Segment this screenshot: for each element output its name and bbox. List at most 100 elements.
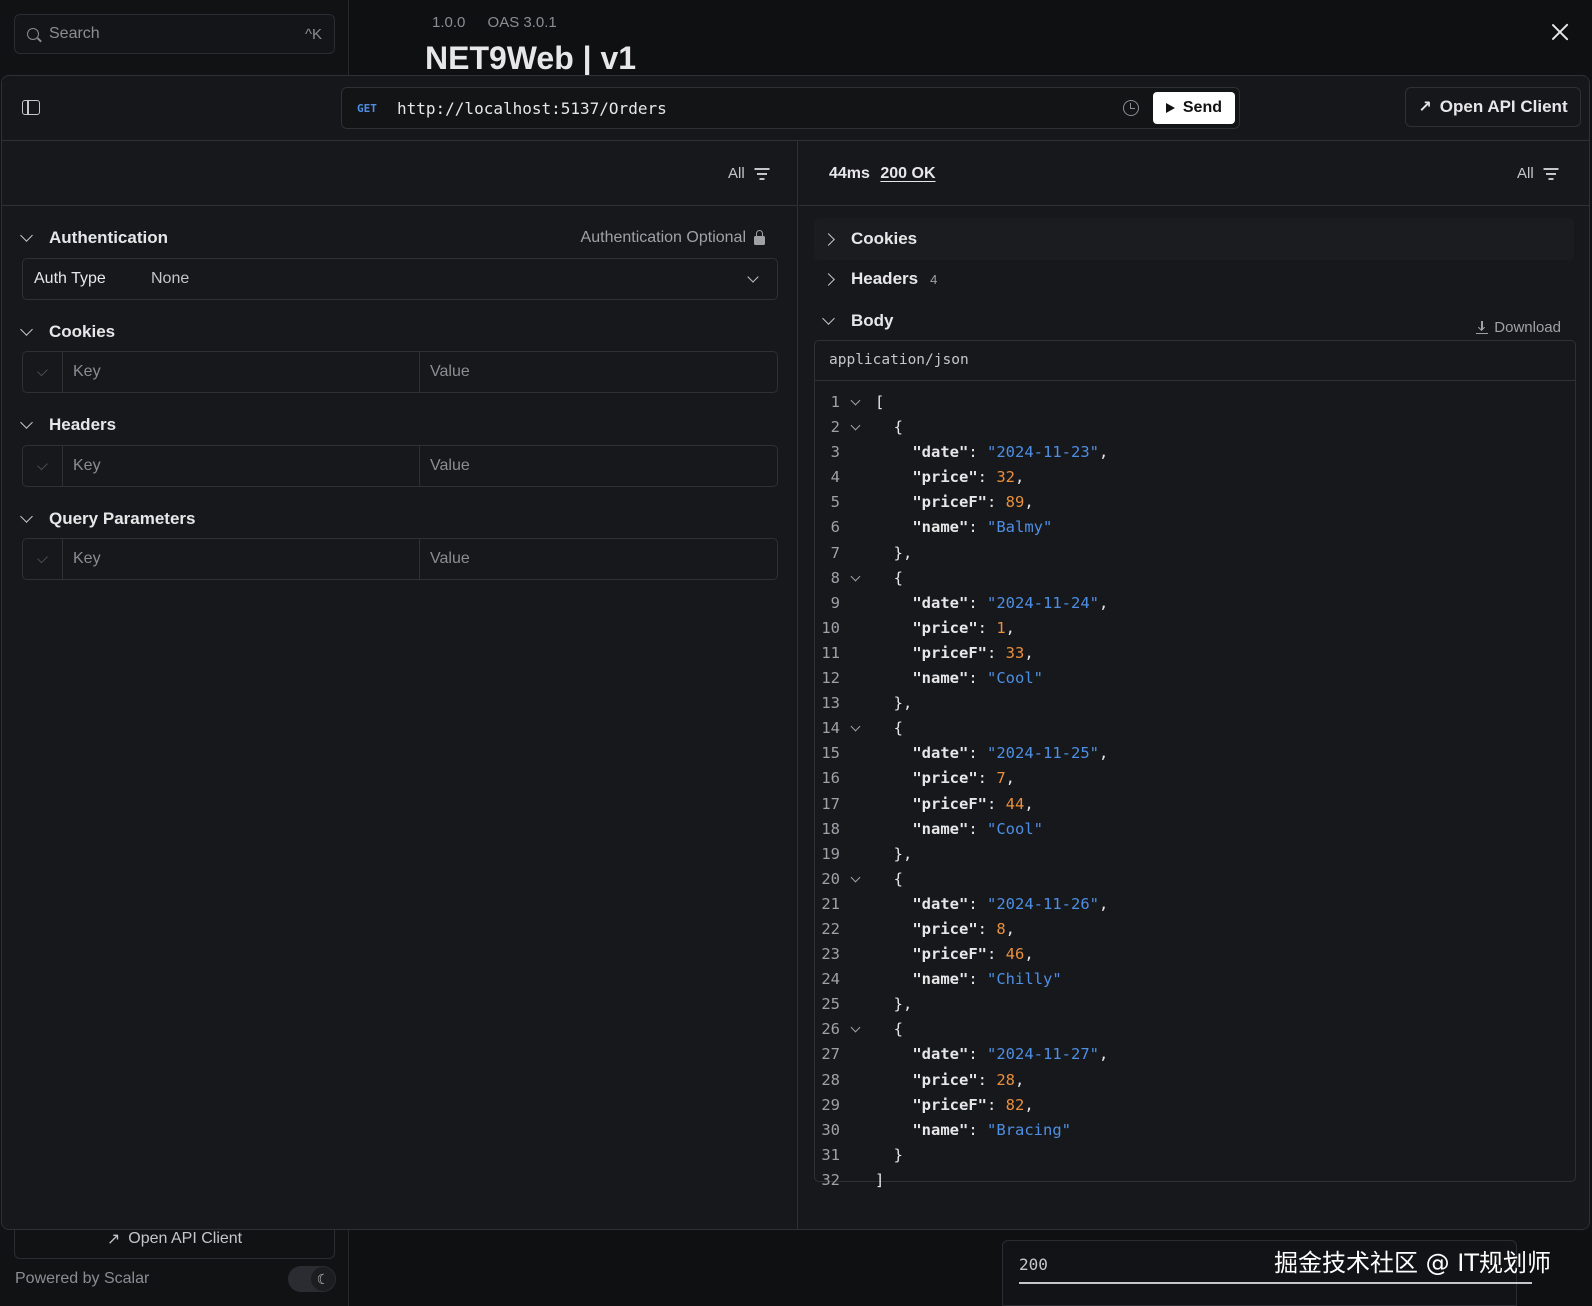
json-key: "name" <box>912 669 969 688</box>
response-headers-title: Headers <box>851 269 919 288</box>
theme-toggle[interactable]: ☾ <box>288 1266 336 1292</box>
json-punct: : <box>986 794 1006 813</box>
fold-gutter <box>840 917 875 942</box>
json-punct: : <box>986 493 1006 512</box>
json-key: "priceF" <box>912 493 987 512</box>
json-punct: : <box>986 1095 1006 1114</box>
json-punct: }, <box>893 995 913 1014</box>
request-filter[interactable]: All <box>728 165 770 182</box>
json-key: "price" <box>912 618 978 637</box>
code-line: 17 "priceF": 44, <box>815 792 1575 817</box>
line-number: 13 <box>821 694 840 713</box>
line-number: 27 <box>821 1045 840 1064</box>
json-key: "name" <box>912 518 969 537</box>
cookie-enable-checkbox[interactable] <box>23 352 63 392</box>
line-number: 8 <box>830 568 840 587</box>
response-cookies-toggle[interactable]: Cookies <box>814 218 1574 260</box>
auth-optional-text: Authentication Optional <box>580 229 746 246</box>
request-bar: GET http://localhost:5137/Orders Send ↗ … <box>2 76 1589 141</box>
json-punct: { <box>893 869 904 888</box>
query-enable-checkbox[interactable] <box>23 539 63 579</box>
json-punct: : <box>968 443 987 462</box>
json-punct: , <box>1024 1095 1034 1114</box>
json-punct: : <box>977 468 997 487</box>
json-punct: }, <box>893 844 913 863</box>
fold-gutter <box>840 616 875 641</box>
cookie-key-input[interactable]: Key <box>63 352 420 392</box>
code-line: 10 "price": 1, <box>815 616 1575 641</box>
response-headers-toggle[interactable]: Headers 4 <box>814 269 937 289</box>
json-key: "price" <box>912 919 978 938</box>
oas-version: OAS 3.0.1 <box>487 14 557 31</box>
url-input[interactable]: http://localhost:5137/Orders <box>397 99 1123 118</box>
fold-chevron-icon[interactable] <box>840 566 875 591</box>
line-number: 14 <box>821 719 840 738</box>
fold-gutter <box>840 817 875 842</box>
json-key: "name" <box>912 970 969 989</box>
close-icon[interactable] <box>1548 20 1572 44</box>
json-punct: : <box>968 669 987 688</box>
fold-gutter <box>840 1143 875 1168</box>
json-key: "price" <box>912 769 978 788</box>
fold-chevron-icon[interactable] <box>840 1017 875 1042</box>
code-line: 8 { <box>815 566 1575 591</box>
download-label: Download <box>1494 319 1561 336</box>
json-punct: : <box>968 894 987 913</box>
header-value-input[interactable]: Value <box>420 446 777 486</box>
auth-type-select[interactable]: Auth Type None <box>22 258 778 300</box>
send-button[interactable]: Send <box>1152 92 1235 124</box>
response-filter[interactable]: All <box>1517 165 1559 182</box>
search-box[interactable]: Search ^K <box>14 14 335 54</box>
download-button[interactable]: Download <box>1476 319 1561 336</box>
fold-gutter <box>840 1168 875 1193</box>
fold-gutter <box>840 1068 875 1093</box>
chevron-right-icon <box>822 272 835 286</box>
line-number: 5 <box>830 493 840 512</box>
json-punct: : <box>968 518 987 537</box>
json-code-view[interactable]: 1[2 {3 "date": "2024-11-23", 4 "price": 3… <box>815 390 1575 1193</box>
code-line: 9 "date": "2024-11-24", <box>815 591 1575 616</box>
query-value-input[interactable]: Value <box>420 539 777 579</box>
code-line: 12 "name": "Cool" <box>815 666 1575 691</box>
json-string: "Chilly" <box>987 970 1062 989</box>
filter-icon <box>1543 168 1559 180</box>
header-enable-checkbox[interactable] <box>23 446 63 486</box>
status-code-link[interactable]: 200 OK <box>880 165 935 182</box>
chevron-right-icon <box>822 232 835 246</box>
json-key: "date" <box>912 443 969 462</box>
chevron-down-icon <box>822 312 835 325</box>
json-punct: { <box>893 719 904 738</box>
header-key-input[interactable]: Key <box>63 446 420 486</box>
authentication-section-toggle[interactable]: Authentication <box>20 228 168 248</box>
json-number: 7 <box>996 769 1006 788</box>
headers-section-toggle[interactable]: Headers <box>20 415 116 435</box>
address-bar: GET http://localhost:5137/Orders Send <box>341 87 1240 129</box>
response-status: 44ms 200 OK <box>829 165 936 183</box>
code-line: 14 { <box>815 716 1575 741</box>
response-body-title: Body <box>851 311 894 330</box>
fold-chevron-icon[interactable] <box>840 867 875 892</box>
fold-chevron-icon[interactable] <box>840 716 875 741</box>
json-key: "priceF" <box>912 1095 987 1114</box>
fold-gutter <box>840 792 875 817</box>
request-pane: All Authentication Authentication Option… <box>2 141 798 1229</box>
line-number: 1 <box>830 393 840 411</box>
http-method-select[interactable]: GET <box>357 102 397 115</box>
query-key-input[interactable]: Key <box>63 539 420 579</box>
fold-chevron-icon[interactable] <box>840 415 875 440</box>
code-line: 25 }, <box>815 992 1575 1017</box>
json-punct: }, <box>893 694 913 713</box>
history-icon[interactable] <box>1122 100 1139 116</box>
json-key: "date" <box>912 744 969 763</box>
json-punct: : <box>968 1045 987 1064</box>
json-string: "Cool" <box>987 819 1043 838</box>
fold-chevron-icon[interactable] <box>840 390 875 415</box>
open-api-client-button[interactable]: ↗ Open API Client <box>1405 87 1581 127</box>
sidebar-panel-icon[interactable] <box>22 100 40 115</box>
cookies-section-toggle[interactable]: Cookies <box>20 322 115 342</box>
query-params-section-toggle[interactable]: Query Parameters <box>20 509 195 529</box>
cookie-value-input[interactable]: Value <box>420 352 777 392</box>
line-number: 10 <box>821 618 840 637</box>
response-filter-label: All <box>1517 165 1534 182</box>
response-body-toggle[interactable]: Body <box>814 311 894 331</box>
